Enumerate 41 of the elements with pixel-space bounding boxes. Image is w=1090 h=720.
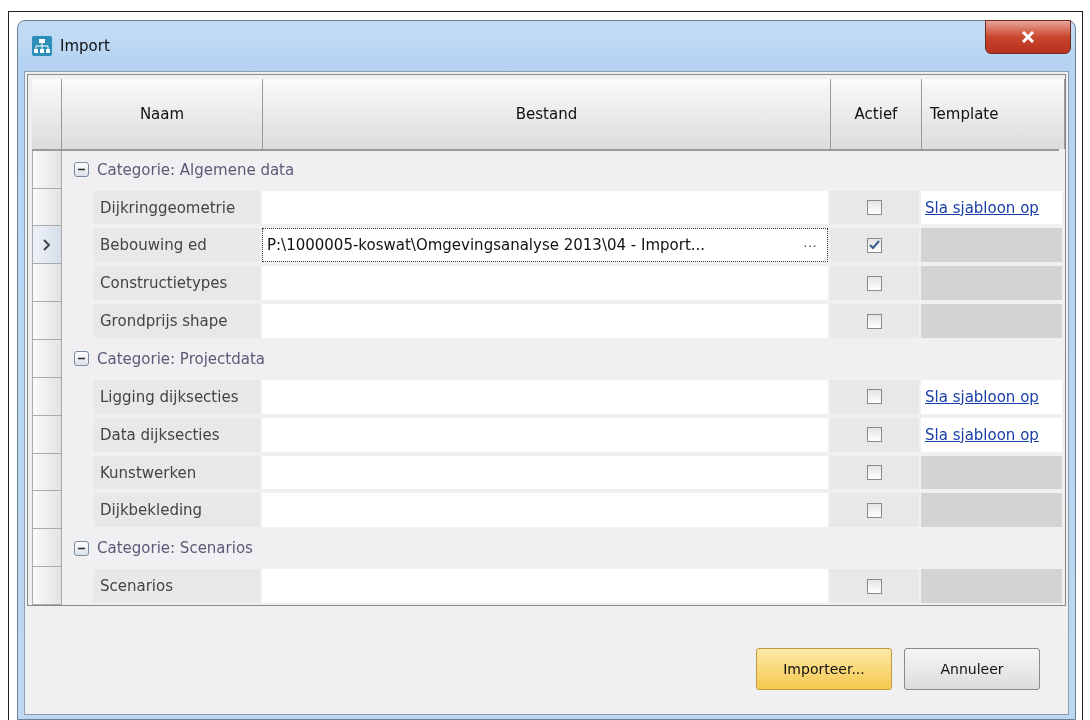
column-header[interactable]: Naam <box>62 79 263 149</box>
active-checkbox[interactable] <box>867 427 882 443</box>
file-field[interactable]: P:\1000005-koswat\Omgevingsanalyse 2013\04 - Import... ··· <box>262 228 828 263</box>
collapse-icon[interactable] <box>74 540 89 556</box>
category-label: Categorie: Algemene data <box>97 160 295 179</box>
name-cell: Kunstwerken <box>94 455 260 490</box>
name-cell: Scenarios <box>94 569 260 604</box>
active-checkbox[interactable] <box>867 578 882 594</box>
file-field[interactable] <box>262 569 828 604</box>
active-checkbox[interactable] <box>867 313 882 329</box>
name-cell: Data dijksecties <box>94 417 260 452</box>
active-checkbox[interactable] <box>867 465 882 481</box>
name-cell: Bebouwing ed <box>94 228 260 263</box>
cancel-button[interactable]: Annuleer <box>904 648 1040 690</box>
close-icon <box>1020 30 1036 44</box>
name-cell: Dijkringgeometrie <box>94 190 260 225</box>
name-cell: Dijkbekleding <box>94 493 260 528</box>
collapse-icon[interactable] <box>74 351 89 367</box>
active-checkbox[interactable] <box>867 502 882 518</box>
column-header[interactable]: Actief <box>831 79 922 149</box>
column-header[interactable]: Template <box>922 79 1065 149</box>
row-selector[interactable] <box>32 226 62 265</box>
active-checkbox[interactable] <box>867 200 882 215</box>
name-cell: Ligging dijksecties <box>94 379 260 414</box>
active-checkbox[interactable] <box>867 275 882 291</box>
column-header[interactable]: Bestand <box>263 79 831 149</box>
row-selector[interactable] <box>32 567 62 606</box>
name-cell: Grondprijs shape <box>94 304 260 339</box>
active-checkbox[interactable] <box>867 389 882 405</box>
import-button[interactable]: Importeer... <box>756 648 892 690</box>
window-title: Import <box>60 37 110 55</box>
category-label: Categorie: Scenarios <box>97 539 253 558</box>
hierarchy-icon <box>32 36 52 56</box>
row-selector[interactable] <box>32 150 62 189</box>
name-cell: Constructietypes <box>94 266 260 301</box>
collapse-icon[interactable] <box>74 162 89 178</box>
category-label: Categorie: Projectdata <box>97 349 265 368</box>
browse-button[interactable]: ··· <box>799 237 821 254</box>
active-checkbox[interactable] <box>867 237 882 253</box>
current-row-icon <box>43 238 51 251</box>
close-button[interactable] <box>985 20 1071 54</box>
